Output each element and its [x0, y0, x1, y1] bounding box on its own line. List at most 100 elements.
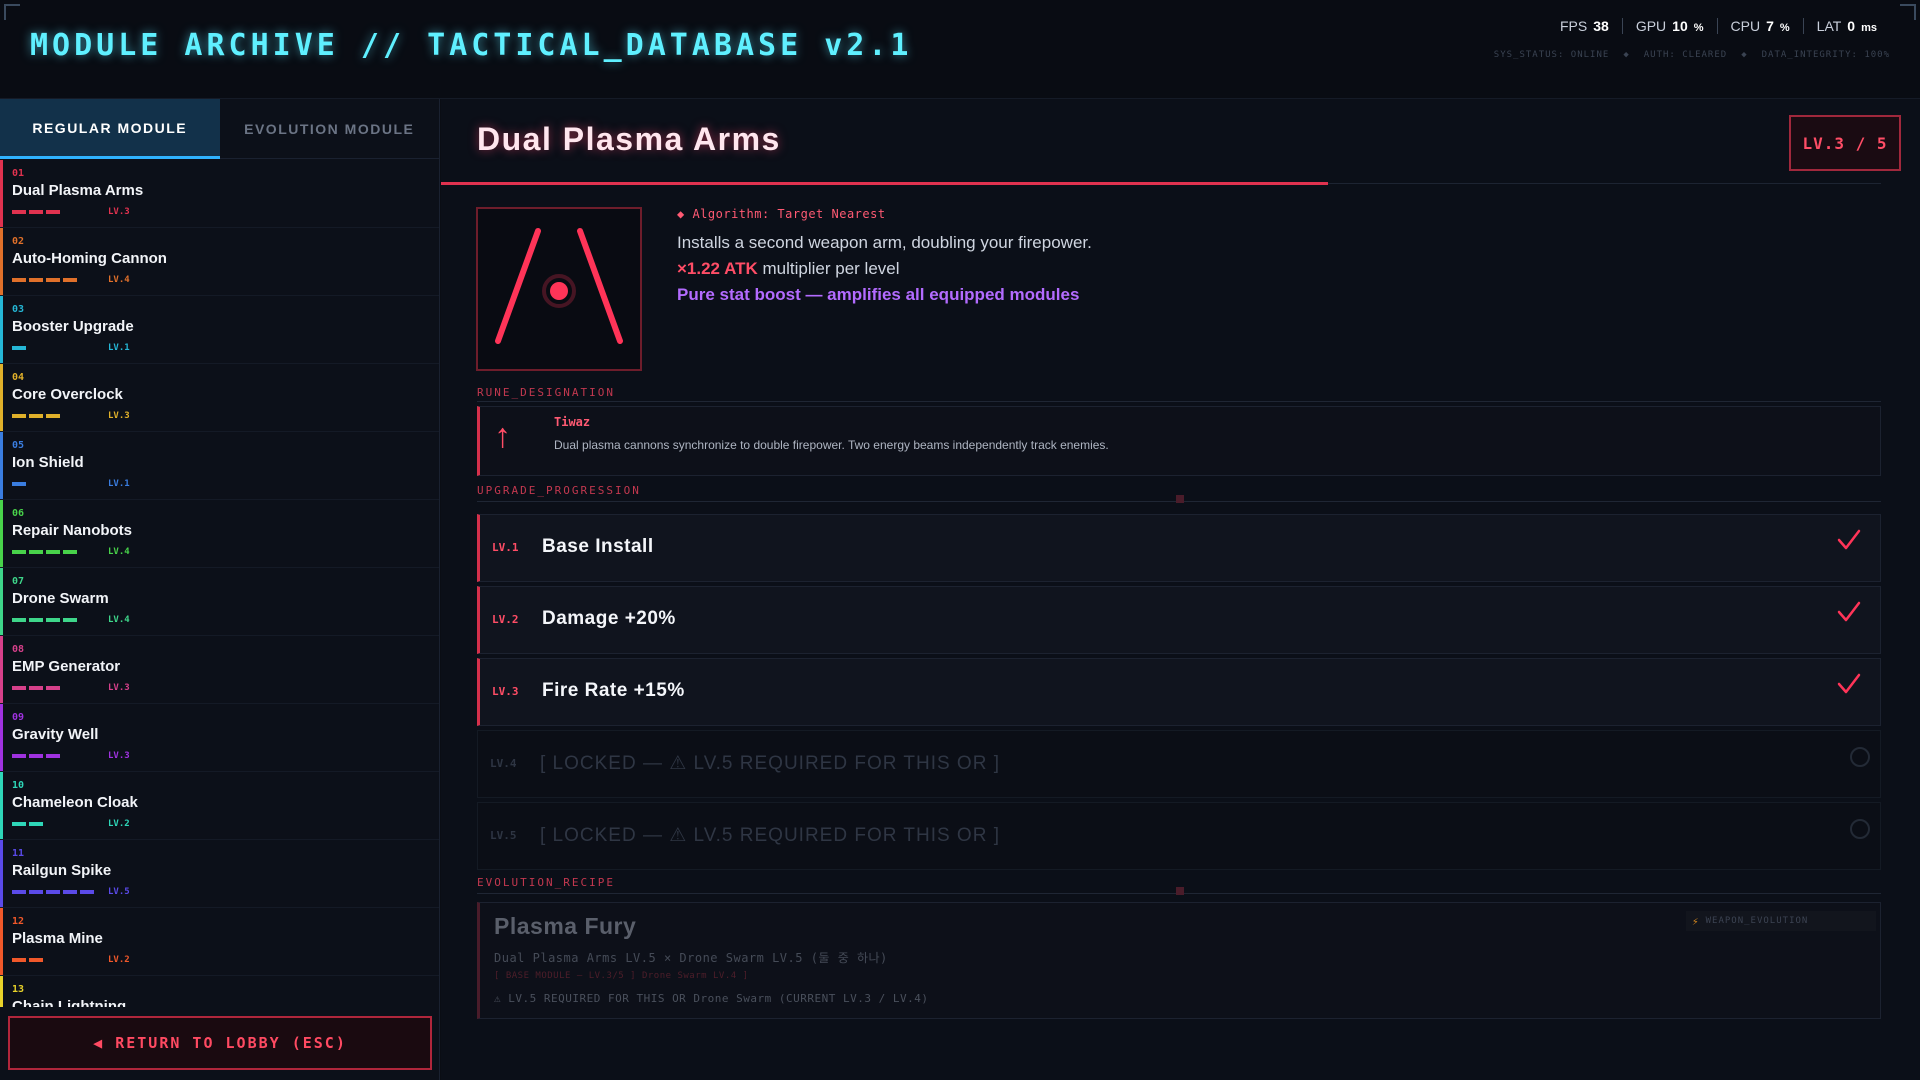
- level-pip: [46, 550, 60, 554]
- module-level-bar: [12, 278, 77, 282]
- module-level: LV.1: [108, 343, 130, 353]
- module-accent: [0, 160, 3, 227]
- module-accent: [0, 908, 3, 975]
- level-tag: LV.5: [490, 829, 517, 842]
- fps-stat: FPS 38: [1547, 18, 1622, 34]
- rune-section-rule: [477, 401, 1881, 402]
- title-progress-accent: [441, 182, 1328, 185]
- level-pip: [63, 618, 77, 622]
- module-accent: [0, 364, 3, 431]
- module-accent: [0, 772, 3, 839]
- module-list-item[interactable]: 12 Plasma Mine LV.2: [0, 908, 439, 976]
- module-list-item[interactable]: 05 Ion Shield LV.1: [0, 432, 439, 500]
- multiplier-line: ×1.22 ATK multiplier per level: [677, 259, 900, 279]
- module-level: LV.5: [108, 887, 130, 897]
- module-level-bar: [12, 482, 26, 486]
- module-accent: [0, 976, 3, 1007]
- level-effect: [ LOCKED — ⚠ LV.5 REQUIRED FOR THIS OR ]: [540, 825, 1000, 846]
- module-level-bar: [12, 822, 43, 826]
- module-level: LV.4: [108, 615, 130, 625]
- sys-status: SYS_STATUS: ONLINE: [1493, 50, 1610, 60]
- module-list-item[interactable]: 06 Repair Nanobots LV.4: [0, 500, 439, 568]
- section-marker: [1176, 887, 1184, 895]
- algorithm-label: ◆ Algorithm: Target Nearest: [677, 207, 886, 221]
- module-list-item[interactable]: 07 Drone Swarm LV.4: [0, 568, 439, 636]
- module-list-item[interactable]: 09 Gravity Well LV.3: [0, 704, 439, 772]
- level-tag: LV.4: [490, 757, 517, 770]
- level-pip: [63, 550, 77, 554]
- module-name: Chameleon Cloak: [12, 794, 138, 811]
- module-list-item[interactable]: 03 Booster Upgrade LV.1: [0, 296, 439, 364]
- upgrade-level-row: LV.2 Damage +20%: [477, 586, 1881, 654]
- module-name: Railgun Spike: [12, 862, 112, 879]
- section-marker: [1176, 495, 1184, 503]
- module-level-bar: [12, 346, 26, 350]
- evolution-current-status: [ BASE MODULE — LV.3/5 ] Drone Swarm LV.…: [494, 971, 749, 981]
- latency-stat: LAT 0 ms: [1802, 18, 1890, 34]
- top-header: MODULE ARCHIVE // TACTICAL_DATABASE v2.1…: [0, 0, 1920, 99]
- level-pip: [46, 278, 60, 282]
- level-pip: [29, 958, 43, 962]
- dual-arms-icon: [495, 228, 623, 344]
- cpu-unit: %: [1779, 22, 1790, 34]
- module-level: LV.1: [108, 479, 130, 489]
- evolution-recipe: Dual Plasma Arms LV.5 × Drone Swarm LV.5…: [494, 951, 888, 965]
- fps-label: FPS: [1560, 18, 1588, 34]
- level-pip: [63, 278, 77, 282]
- level-pip: [29, 550, 43, 554]
- level-pip: [12, 754, 26, 758]
- module-list-item[interactable]: 11 Railgun Spike LV.5: [0, 840, 439, 908]
- level-pip: [29, 754, 43, 758]
- level-pip: [12, 414, 26, 418]
- level-pip: [29, 890, 43, 894]
- module-number: 04: [12, 372, 25, 383]
- module-accent: [0, 568, 3, 635]
- module-list-item[interactable]: 01 Dual Plasma Arms LV.3: [0, 160, 439, 228]
- module-detail-panel: Dual Plasma Arms LV.3 / 5 ◆ Algorithm: T…: [441, 99, 1920, 1080]
- module-list-item[interactable]: 02 Auto-Homing Cannon LV.4: [0, 228, 439, 296]
- module-number: 13: [12, 984, 25, 995]
- module-level-bar: [12, 686, 60, 690]
- module-number: 12: [12, 916, 25, 927]
- tab-evolution-module[interactable]: EVOLUTION MODULE: [220, 99, 440, 159]
- module-sidebar: REGULAR MODULE EVOLUTION MODULE 01 Dual P…: [0, 99, 440, 1080]
- upgrade-level-row: LV.5 [ LOCKED — ⚠ LV.5 REQUIRED FOR THIS …: [477, 802, 1881, 870]
- module-number: 06: [12, 508, 25, 519]
- module-accent: [0, 432, 3, 499]
- return-to-lobby-button[interactable]: ◀ RETURN TO LOBBY (ESC): [8, 1016, 432, 1070]
- locked-ring-icon: [1850, 747, 1870, 767]
- level-pip: [63, 890, 77, 894]
- check-icon: [1837, 673, 1861, 694]
- module-level-bar: [12, 618, 77, 622]
- module-list-item[interactable]: 13 Chain Lightning: [0, 976, 439, 1007]
- module-number: 10: [12, 780, 25, 791]
- gpu-value: 10: [1672, 18, 1688, 34]
- level-pip: [12, 958, 26, 962]
- latency-value: 0: [1847, 18, 1856, 34]
- module-accent: [0, 636, 3, 703]
- module-name: Repair Nanobots: [12, 522, 133, 539]
- evolution-section-label: EVOLUTION_RECIPE: [477, 876, 615, 889]
- module-list-item[interactable]: 08 EMP Generator LV.3: [0, 636, 439, 704]
- module-list-item[interactable]: 04 Core Overclock LV.3: [0, 364, 439, 432]
- module-level: LV.4: [108, 547, 130, 557]
- module-list[interactable]: 01 Dual Plasma Arms LV.3 02 Auto-Homing Cann…: [0, 160, 439, 1007]
- level-pip: [12, 210, 26, 214]
- module-level: LV.2: [108, 819, 130, 829]
- level-pip: [12, 278, 26, 282]
- level-pip: [12, 482, 26, 486]
- level-pip: [46, 618, 60, 622]
- module-title: Dual Plasma Arms: [477, 121, 781, 157]
- latency-label: LAT: [1816, 18, 1842, 34]
- module-list-item[interactable]: 10 Chameleon Cloak LV.2: [0, 772, 439, 840]
- level-tag: LV.2: [492, 613, 519, 626]
- module-level: LV.4: [108, 275, 130, 285]
- module-name: EMP Generator: [12, 658, 121, 675]
- upgrade-level-row: LV.3 Fire Rate +15%: [477, 658, 1881, 726]
- module-accent: [0, 500, 3, 567]
- module-level-bar: [12, 890, 94, 894]
- cpu-label: CPU: [1730, 18, 1761, 34]
- rune-description: Dual plasma cannons synchronize to doubl…: [554, 438, 1109, 452]
- module-name: Auto-Homing Cannon: [12, 250, 167, 267]
- tab-regular-module[interactable]: REGULAR MODULE: [0, 99, 220, 159]
